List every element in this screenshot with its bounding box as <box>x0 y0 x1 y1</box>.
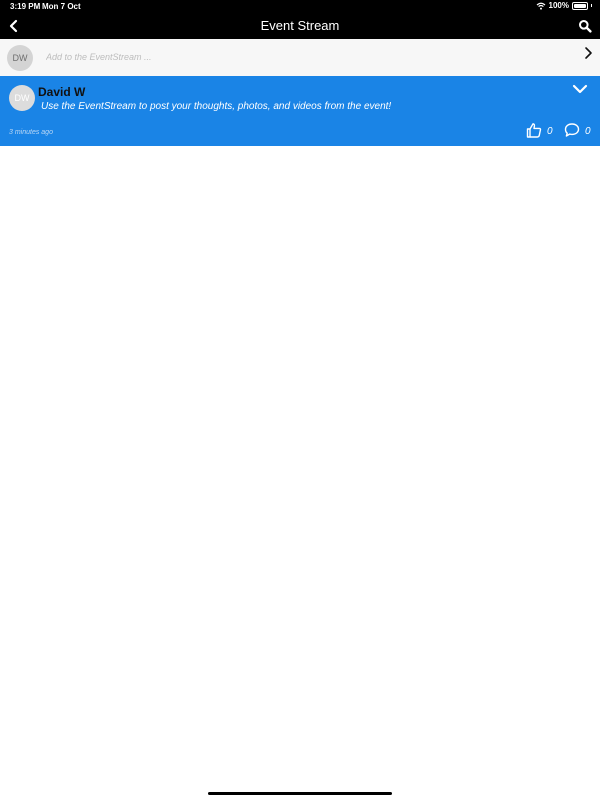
comment-count: 0 <box>585 126 591 137</box>
wifi-icon <box>536 2 545 10</box>
chevron-right-icon[interactable] <box>582 46 594 60</box>
stream-post[interactable]: DW David W Use the EventStream to post y… <box>0 76 600 146</box>
search-icon[interactable] <box>578 19 592 33</box>
chevron-down-icon[interactable] <box>572 83 588 95</box>
page-title: Event Stream <box>260 18 340 33</box>
status-time: 3:19 PM <box>10 2 41 11</box>
post-timestamp: 3 minutes ago <box>9 129 53 136</box>
home-indicator[interactable] <box>208 792 392 795</box>
composer-input[interactable] <box>46 49 566 65</box>
status-right: 100% <box>536 1 592 10</box>
post-text: Use the EventStream to post your thought… <box>41 101 392 112</box>
post-composer: DW <box>0 39 600 77</box>
like-button[interactable]: 0 <box>526 122 553 138</box>
post-avatar: DW <box>9 85 35 111</box>
nav-bar: Event Stream <box>0 14 600 39</box>
battery-tip <box>591 4 592 7</box>
battery-percent: 100% <box>548 1 569 10</box>
post-author[interactable]: David W <box>38 85 85 99</box>
thumbs-up-icon <box>526 123 542 138</box>
avatar: DW <box>7 45 33 71</box>
status-date: Mon 7 Oct <box>42 2 81 11</box>
comment-button[interactable]: 0 <box>564 122 591 138</box>
comment-icon <box>564 123 580 137</box>
like-count: 0 <box>547 126 553 137</box>
battery-icon <box>572 1 588 10</box>
status-bar: 3:19 PM Mon 7 Oct 100% <box>0 0 600 14</box>
